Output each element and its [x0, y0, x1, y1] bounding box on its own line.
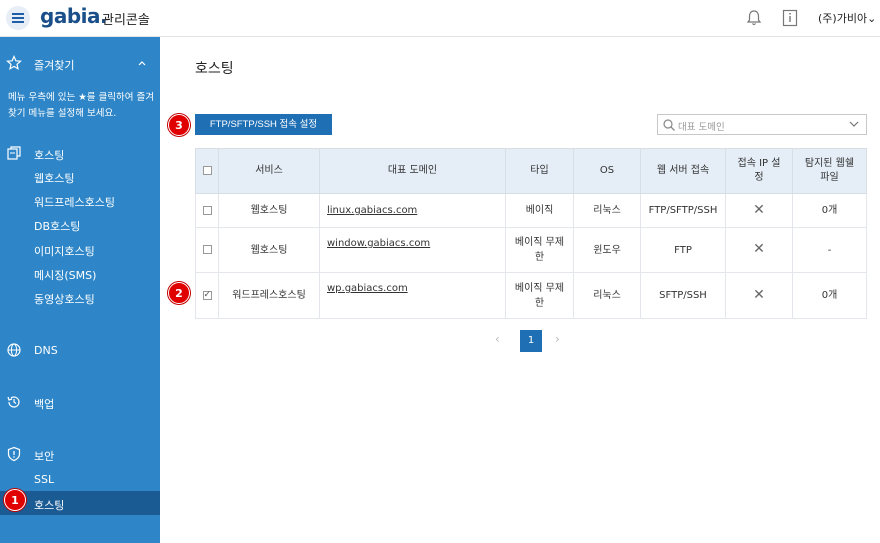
cell-ip: ✕: [725, 227, 793, 273]
sidebar: 즐겨찾기 메뉴 우측에 있는 ★를 클릭하여 즐겨찾기 메뉴를 설정해 보세요.…: [0, 37, 160, 543]
chevron-up-icon[interactable]: [137, 56, 147, 70]
prev-page-button[interactable]: ‹: [495, 332, 500, 346]
header-select-all[interactable]: [195, 148, 219, 194]
chevron-down-icon: ⌄: [867, 12, 877, 25]
cell-access: SFTP/SSH: [640, 272, 726, 319]
sidebar-item-image-hosting[interactable]: 이미지호스팅: [34, 243, 95, 259]
sidebar-item-security-hosting[interactable]: 호스팅: [34, 497, 64, 513]
sidebar-item-db-hosting[interactable]: DB호스팅: [34, 218, 80, 234]
console-title: 관리콘솔: [102, 13, 150, 28]
ftp-settings-button[interactable]: FTP/SFTP/SSH 접속 설정: [195, 114, 332, 135]
cell-ip: ✕: [725, 272, 793, 319]
search-placeholder: 대표 도메인: [678, 122, 725, 133]
next-page-button[interactable]: ›: [555, 332, 560, 346]
row-checkbox[interactable]: [202, 245, 212, 254]
sidebar-item-wordpress-hosting[interactable]: 워드프레스호스팅: [34, 194, 115, 210]
cell-type: 베이직: [505, 193, 574, 228]
col-domain: 대표 도메인: [319, 148, 506, 194]
globe-icon: [7, 343, 21, 357]
table-row[interactable]: 웹호스팅 linux.gabiacs.com 베이직 리눅스 FTP/SFTP/…: [195, 193, 867, 228]
domain-link[interactable]: window.gabiacs.com: [327, 238, 430, 249]
cell-access: FTP/SFTP/SSH: [640, 193, 726, 228]
cell-service: 웹호스팅: [218, 193, 320, 228]
cell-type: 베이직 무제한: [505, 227, 574, 273]
col-ip-setting: 접속 IP 설정: [725, 148, 793, 194]
sidebar-favorites[interactable]: 즐겨찾기: [0, 53, 160, 75]
cell-domain: window.gabiacs.com: [319, 227, 506, 273]
sidebar-item-messaging[interactable]: 메시징(SMS): [34, 267, 96, 283]
col-webshell: 탐지된 웹쉘 파일: [792, 148, 867, 194]
step-badge-2: 2: [168, 282, 190, 304]
sidebar-dns-label: DNS: [34, 344, 58, 357]
close-icon: ✕: [753, 201, 765, 218]
favorites-note: 메뉴 우측에 있는 ★를 클릭하여 즐겨찾기 메뉴를 설정해 보세요.: [8, 92, 154, 119]
info-icon[interactable]: [782, 9, 798, 27]
select-all-checkbox[interactable]: [202, 165, 212, 175]
table-row[interactable]: 웹호스팅 window.gabiacs.com 베이직 무제한 윈도우 FTP …: [195, 227, 867, 273]
sidebar-favorites-label: 즐겨찾기: [34, 59, 75, 72]
domain-search-select[interactable]: 대표 도메인: [657, 114, 867, 135]
sidebar-item-video-hosting[interactable]: 동영상호스팅: [34, 291, 95, 307]
table-row[interactable]: 워드프레스호스팅 wp.gabiacs.com 베이직 무제한 리눅스 SFTP…: [195, 272, 867, 319]
cell-webshell: -: [792, 227, 867, 273]
row-checkbox[interactable]: [202, 205, 212, 215]
sidebar-backup[interactable]: 백업: [0, 392, 160, 414]
search-icon: [663, 119, 675, 131]
shield-icon: [7, 446, 21, 462]
sidebar-hosting[interactable]: 호스팅: [0, 143, 160, 165]
cell-os: 리눅스: [573, 193, 641, 228]
cell-service: 워드프레스호스팅: [218, 272, 320, 319]
cell-type: 베이직 무제한: [505, 272, 574, 319]
chevron-down-icon: [849, 121, 859, 127]
top-header: gabia. 관리콘솔 (주)가비아⌄: [0, 0, 880, 37]
cell-os: 윈도우: [573, 227, 641, 273]
sidebar-item-web-hosting[interactable]: 웹호스팅: [34, 170, 74, 186]
col-service: 서비스: [218, 148, 320, 194]
row-checkbox-cell[interactable]: [195, 193, 219, 228]
cell-service: 웹호스팅: [218, 227, 320, 273]
step-badge-3: 3: [168, 114, 190, 136]
col-os: OS: [573, 148, 641, 194]
cell-domain: wp.gabiacs.com: [319, 272, 506, 319]
row-checkbox-cell[interactable]: [195, 227, 219, 273]
page-button-current[interactable]: 1: [520, 330, 542, 352]
hosting-icon: [7, 146, 21, 160]
cell-domain: linux.gabiacs.com: [319, 193, 506, 228]
cell-os: 리눅스: [573, 272, 641, 319]
hosting-table: 서비스 대표 도메인 타입 OS 웹 서버 접속 접속 IP 설정 탐지된 웹쉘…: [195, 148, 867, 319]
domain-link[interactable]: wp.gabiacs.com: [327, 283, 408, 294]
gabia-logo[interactable]: gabia.: [40, 4, 108, 28]
page-title: 호스팅: [195, 61, 234, 77]
domain-link[interactable]: linux.gabiacs.com: [327, 205, 417, 216]
sidebar-item-ssl[interactable]: SSL: [34, 473, 54, 486]
row-checkbox-checked[interactable]: [202, 288, 212, 303]
menu-icon[interactable]: [6, 6, 30, 30]
col-type: 타입: [505, 148, 574, 194]
sidebar-dns[interactable]: DNS: [0, 340, 160, 362]
sidebar-hosting-label: 호스팅: [34, 149, 65, 162]
cell-webshell: 0개: [792, 193, 867, 228]
bell-icon[interactable]: [745, 9, 763, 27]
sidebar-backup-label: 백업: [34, 398, 55, 411]
sidebar-security[interactable]: 보안: [0, 444, 160, 466]
sidebar-security-label: 보안: [34, 450, 55, 463]
step-badge-1: 1: [4, 489, 26, 511]
user-name: (주)가비아: [818, 12, 868, 25]
row-checkbox-cell[interactable]: [195, 272, 219, 319]
cell-webshell: 0개: [792, 272, 867, 319]
user-menu[interactable]: (주)가비아⌄: [818, 10, 876, 26]
cell-ip: ✕: [725, 193, 793, 228]
table-header-row: 서비스 대표 도메인 타입 OS 웹 서버 접속 접속 IP 설정 탐지된 웹쉘…: [195, 148, 867, 194]
close-icon: ✕: [753, 286, 765, 303]
star-icon: [6, 55, 22, 71]
cell-access: FTP: [640, 227, 726, 273]
col-web-access: 웹 서버 접속: [640, 148, 726, 194]
pagination: ‹ 1 ›: [495, 330, 575, 352]
backup-icon: [7, 396, 20, 408]
close-icon: ✕: [753, 241, 765, 257]
